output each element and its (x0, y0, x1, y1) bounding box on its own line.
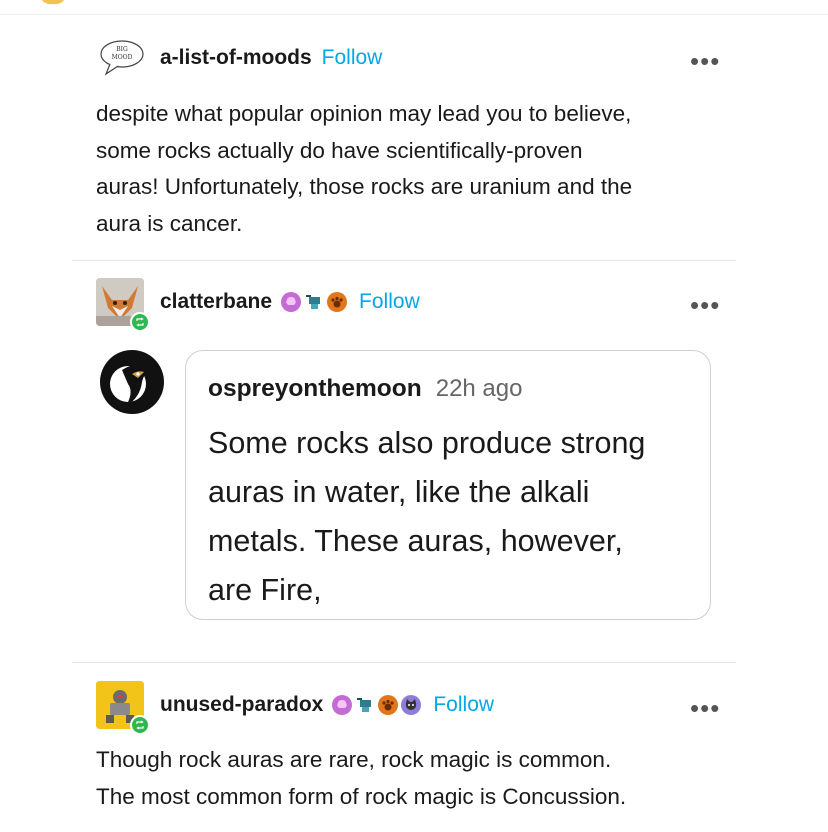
avatar-unused-paradox[interactable] (96, 681, 150, 735)
more-options-button[interactable]: ••• (690, 48, 720, 74)
ask-username[interactable]: ospreyonthemoon (208, 375, 422, 403)
ask-text: Some rocks also produce strong auras in … (208, 419, 698, 615)
brain-badge-icon[interactable] (281, 292, 302, 312)
divider (72, 260, 736, 261)
post-body: Though rock auras are rare, rock magic i… (96, 742, 626, 815)
follow-button[interactable]: Follow (322, 46, 383, 70)
post-body-line: despite what popular opinion may lead yo… (96, 101, 632, 126)
post-header-a-list-of-moods: BIG MOOD a-list-of-moods Follow (98, 34, 382, 82)
paw-badge-icon[interactable] (378, 695, 399, 715)
divider (72, 662, 736, 663)
post-body-line: auras! Unfortunately, those rocks are ur… (96, 174, 633, 199)
ask-bubble: ospreyonthemoon 22h ago Some rocks also … (185, 350, 711, 620)
post-body-line: Though rock auras are rare, rock magic i… (96, 747, 612, 772)
follow-button[interactable]: Follow (433, 693, 494, 717)
badge-group (278, 292, 348, 312)
post-body-line: some rocks actually do have scientifical… (96, 137, 583, 163)
osprey-icon (100, 350, 164, 414)
more-options-button[interactable]: ••• (690, 292, 720, 318)
badge-group (329, 695, 422, 715)
ask-timestamp: 22h ago (435, 375, 523, 402)
avatar-a-list-of-moods[interactable]: BIG MOOD (98, 34, 146, 82)
avatar-ospreyonthemoon[interactable] (98, 348, 166, 416)
post-header-clatterbane: clatterbane Follow (96, 278, 420, 332)
more-options-button[interactable]: ••• (690, 695, 720, 721)
ask-text-line: Some rocks also produce strong (208, 426, 646, 460)
speech-bubble-icon: BIG MOOD (100, 40, 144, 76)
ask-text-line: auras in water, like the alkali (208, 475, 590, 509)
ask-text-line: metals. These auras, however, (208, 524, 623, 558)
post-body-line: aura is cancer. (96, 210, 243, 236)
avatar-label-top: BIG (116, 46, 128, 53)
post-header-unused-paradox: unused-paradox Follow (96, 681, 494, 735)
header-corner-shape (40, 0, 66, 4)
follow-button[interactable]: Follow (359, 290, 420, 314)
paw-badge-icon[interactable] (327, 292, 348, 312)
post-body-line: The most common form of rock magic is Co… (96, 783, 627, 809)
ask-header: ospreyonthemoon 22h ago (208, 375, 522, 403)
avatar-label-bottom: MOOD (112, 54, 133, 61)
cat-badge-icon[interactable] (401, 695, 422, 715)
reblog-icon (130, 312, 150, 332)
ask-text-line: are Fire, (208, 573, 322, 607)
post-body: despite what popular opinion may lead yo… (96, 96, 632, 242)
username[interactable]: unused-paradox (160, 693, 323, 717)
avatar-clatterbane[interactable] (96, 278, 150, 332)
top-edge (0, 0, 828, 15)
brain-badge-icon[interactable] (332, 695, 353, 715)
robot-badge-icon[interactable] (355, 695, 375, 715)
username[interactable]: a-list-of-moods (160, 46, 312, 70)
robot-badge-icon[interactable] (304, 292, 324, 312)
username[interactable]: clatterbane (160, 290, 272, 314)
reblog-icon (130, 715, 150, 735)
